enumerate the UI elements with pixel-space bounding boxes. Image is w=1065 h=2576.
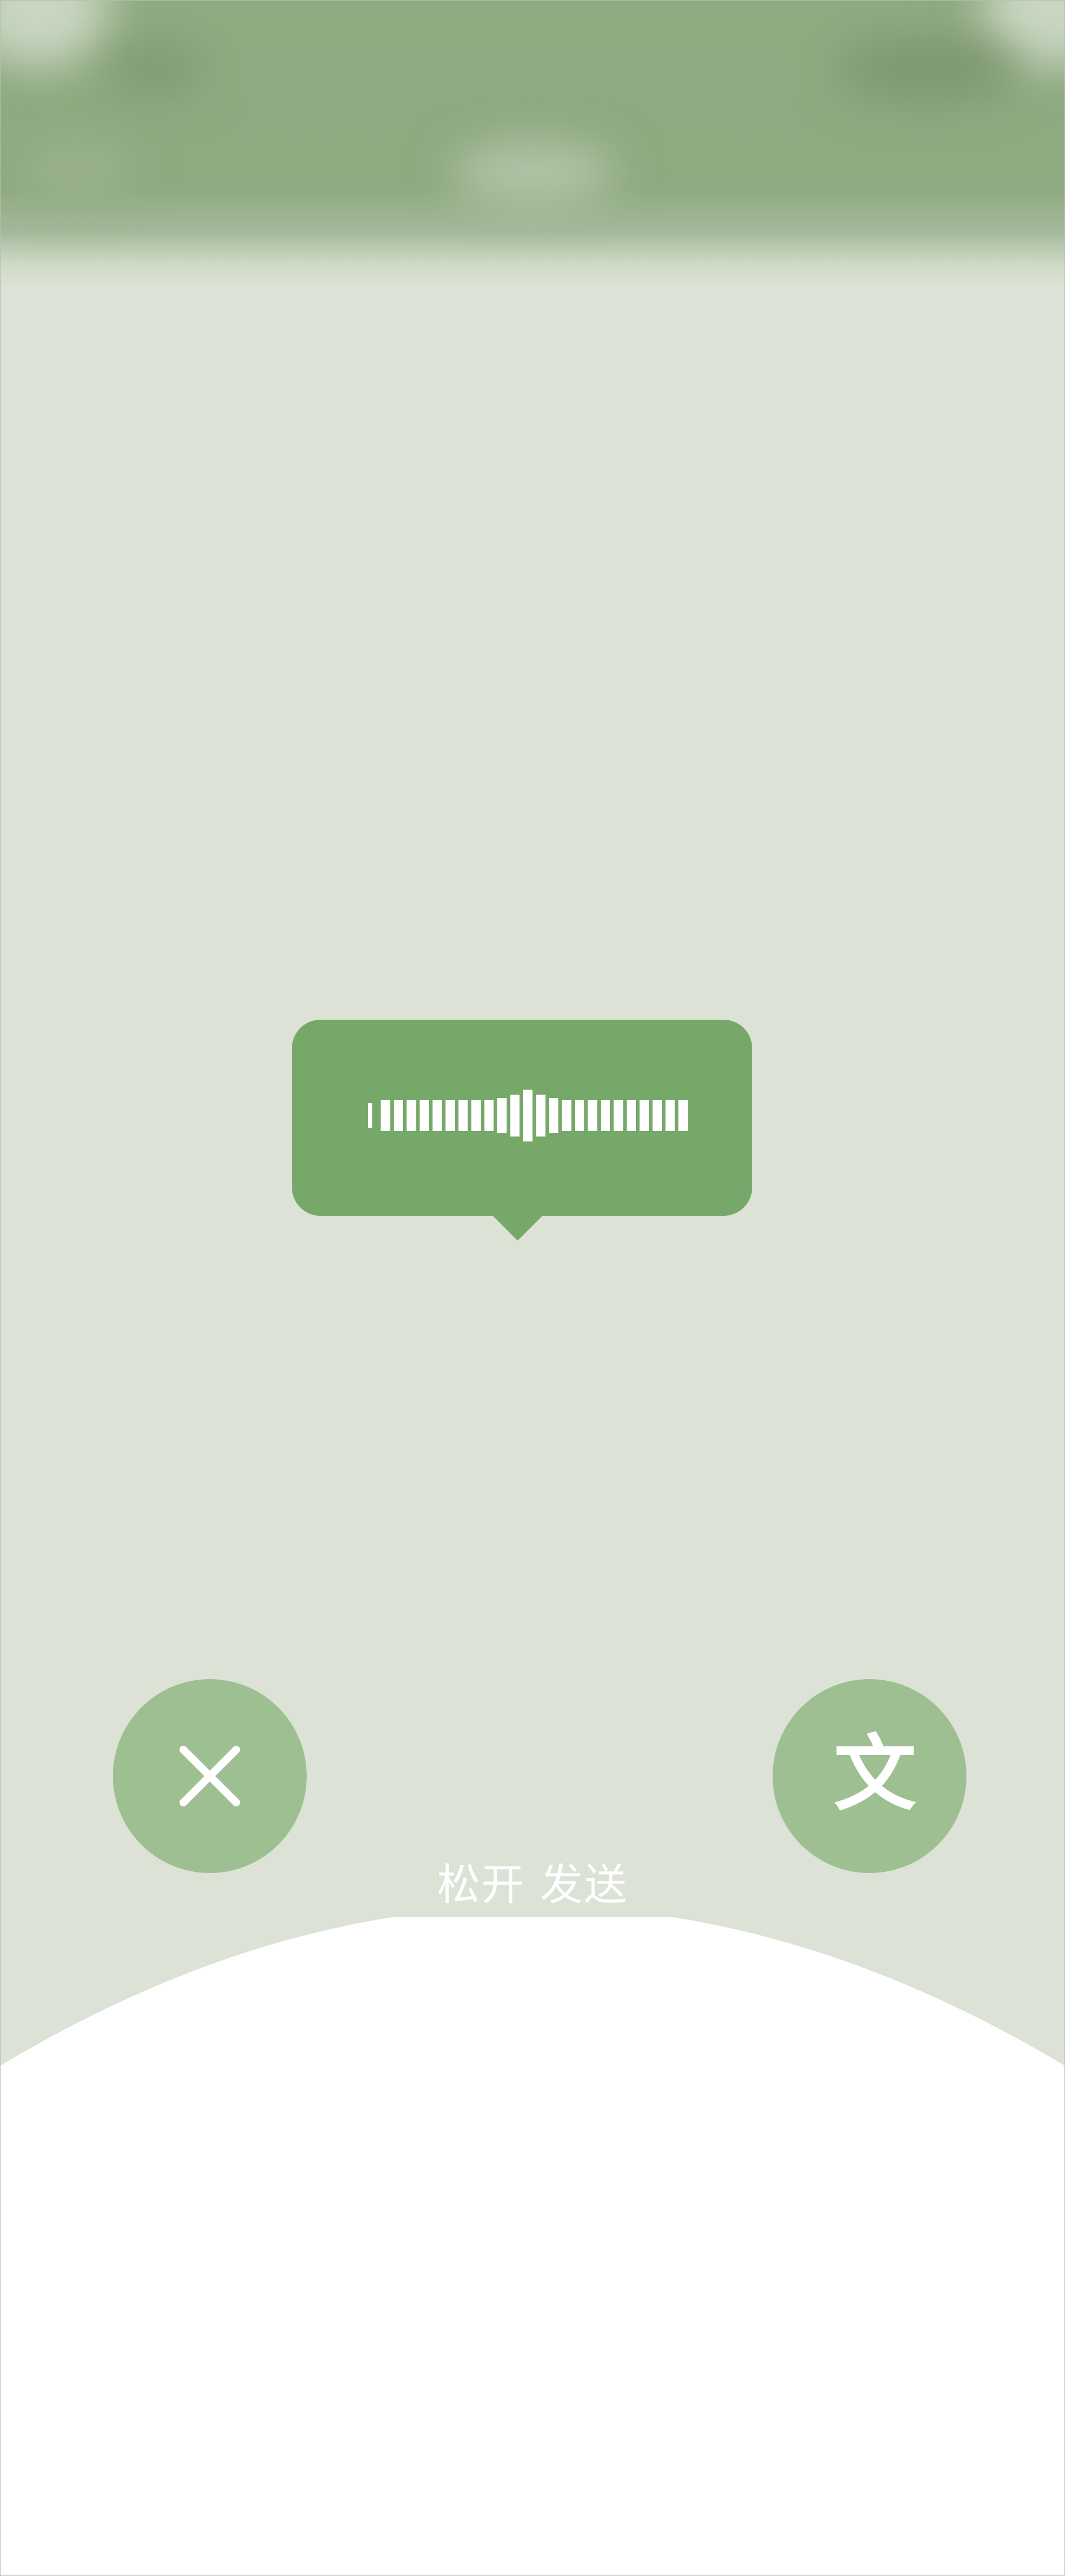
waveform-bar	[665, 1100, 675, 1131]
audio-waveform-icon	[368, 1090, 688, 1141]
blurred-title	[452, 143, 617, 204]
waveform-bar	[368, 1103, 372, 1128]
waveform-bar	[678, 1100, 688, 1131]
waveform-bar	[432, 1100, 442, 1131]
waveform-bar	[601, 1100, 610, 1131]
cancel-recording-button[interactable]	[113, 1679, 307, 1873]
waveform-bar	[549, 1098, 558, 1133]
blurred-back-icon	[105, 44, 204, 94]
blurred-subtitle	[22, 143, 132, 198]
waveform-bar	[536, 1095, 546, 1137]
release-to-send-panel[interactable]	[0, 1917, 1065, 2576]
waveform-bar	[523, 1090, 532, 1141]
waveform-bar	[406, 1100, 416, 1131]
waveform-bar	[639, 1100, 649, 1131]
waveform-bar	[575, 1100, 584, 1131]
release-to-send-hint: 松开 发送	[437, 1860, 628, 1910]
waveform-bar	[588, 1100, 597, 1131]
waveform-bar	[394, 1100, 403, 1131]
waveform-bar	[562, 1100, 572, 1131]
waveform-bar	[510, 1095, 520, 1137]
waveform-bar	[445, 1100, 455, 1131]
waveform-bar	[497, 1098, 507, 1133]
waveform-bar	[653, 1100, 662, 1131]
convert-to-text-label: 文	[833, 1727, 916, 1822]
waveform-bar	[627, 1100, 636, 1131]
waveform-bar	[381, 1100, 390, 1131]
voice-recording-bubble-tail	[489, 1212, 546, 1241]
waveform-bar	[458, 1100, 468, 1131]
convert-to-text-button[interactable]: 文	[773, 1679, 966, 1873]
blurred-chat-header	[0, 0, 1065, 286]
waveform-bar	[484, 1100, 494, 1131]
waveform-bar	[420, 1100, 429, 1131]
waveform-bar	[613, 1100, 623, 1131]
waveform-bar	[471, 1100, 481, 1131]
blurred-corner-left	[0, 0, 110, 66]
blurred-more-icon	[837, 39, 1019, 99]
close-icon	[180, 1746, 240, 1806]
